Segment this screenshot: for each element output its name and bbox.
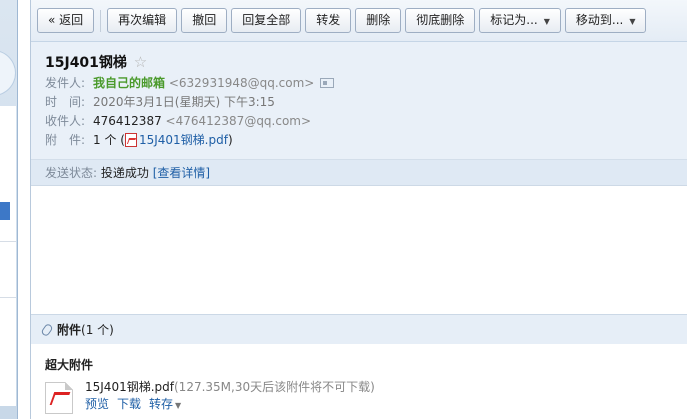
save-to-dropdown[interactable]: 转存 ▼ [149,397,181,411]
paperclip-icon [40,322,54,337]
save-to-label: 转存 [149,397,174,411]
recipient-email: <476412387@qq.com> [165,114,312,128]
mark-as-dropdown[interactable]: 标记为... ▼ [479,8,561,33]
attachment-close-paren: ) [227,133,233,147]
star-icon[interactable]: ☆ [134,53,147,71]
time-row: 时 间: 2020年3月1日(星期天) 下午3:15 [45,93,687,112]
attachment-row: 附 件: 1 个 ( 15J401钢梯.pdf) [45,131,687,150]
recipient-label: 收件人: [45,114,86,128]
preview-link[interactable]: 预览 [85,397,109,411]
reply-all-button[interactable]: 回复全部 [231,8,302,33]
time-label: 时 间: [45,95,86,109]
attachment-file-meta: (127.35M,30天后该附件将不可下载) [174,380,375,394]
large-attachment-title: 超大附件 [45,358,94,372]
pdf-file-icon[interactable] [45,382,73,414]
sender-name[interactable]: 我自己的邮箱 [93,76,165,90]
sidebar-divider [0,241,16,242]
attachments-header: 附件(1 个) [31,314,687,344]
mail-body [31,186,687,314]
attachment-link[interactable]: 15J401钢梯.pdf [139,133,228,147]
attachments-count: (1 个) [81,323,114,337]
pdf-icon [124,132,137,147]
attachments-title: 附件 [57,323,82,337]
toolbar: « 返回 再次编辑 撤回 回复全部 转发 删除 彻底删除 标记为... ▼ 移动到... ▼ [31,0,687,42]
delete-permanent-button[interactable]: 彻底删除 [405,8,476,33]
sidebar-divider [0,297,16,298]
attachment-actions: 预览 下载 转存 ▼ [85,396,687,414]
forward-button[interactable]: 转发 [305,8,352,33]
back-button[interactable]: « 返回 [37,8,95,33]
send-status-value: 投递成功 [100,166,149,180]
recipient-name[interactable]: 476412387 [93,114,162,128]
toolbar-separator [100,10,102,32]
chevron-down-icon: ▼ [543,17,550,26]
mail-reader: « 返回 再次编辑 撤回 回复全部 转发 删除 彻底删除 标记为... ▼ 移动到... ▼ 15J… [0,0,687,419]
attachment-label: 附 件: [45,133,86,147]
move-to-dropdown[interactable]: 移动到... ▼ [564,8,647,33]
mark-as-label: 标记为... [490,13,538,27]
recall-button[interactable]: 撤回 [181,8,228,33]
sidebar-collapse-handle[interactable] [0,50,16,96]
reedit-button[interactable]: 再次编辑 [107,8,178,33]
mail-subject: 15J401钢梯 ☆ [45,52,687,74]
left-sidebar [0,0,18,419]
active-folder-indicator [0,202,10,220]
delete-button[interactable]: 删除 [355,8,402,33]
send-status-bar: 发送状态: 投递成功 [查看详情] [31,160,687,186]
sender-row: 发件人: 我自己的邮箱 <632931948@qq.com> [45,74,687,93]
mail-view: « 返回 再次编辑 撤回 回复全部 转发 删除 彻底删除 标记为... ▼ 移动到... ▼ 15J… [30,0,687,419]
mail-header: 15J401钢梯 ☆ 发件人: 我自己的邮箱 <632931948@qq.com>… [31,42,687,160]
send-status-label: 发送状态: [45,166,98,180]
view-details-link[interactable]: [查看详情] [153,166,210,180]
sender-email: <632931948@qq.com> [168,76,315,90]
subject-text: 15J401钢梯 [45,55,127,71]
attachment-item: 15J401钢梯.pdf(127.35M,30天后该附件将不可下载) 预览 下载转… [45,378,687,414]
attachment-file-name: 15J401钢梯.pdf [85,380,174,394]
move-to-label: 移动到... [575,13,624,27]
attachment-file-line: 15J401钢梯.pdf(127.35M,30天后该附件将不可下载) [85,378,687,396]
time-value: 2020年3月1日(星期天) 下午3:15 [93,95,275,109]
attachments-section: 超大附件 15J401钢梯.pdf(127.35M,30天后该附件将不可下载) … [31,344,687,414]
recipient-row: 收件人: 476412387 <476412387@qq.com> [45,112,687,131]
gutter [18,0,30,419]
download-link[interactable]: 下载 [117,397,141,411]
attachment-count: 1 个 ( [93,133,125,147]
contact-card-icon[interactable] [320,77,335,88]
chevron-down-icon: ▼ [175,401,182,410]
chevron-down-icon: ▼ [629,17,636,26]
folder-list-area [0,106,16,406]
sender-label: 发件人: [45,76,86,90]
